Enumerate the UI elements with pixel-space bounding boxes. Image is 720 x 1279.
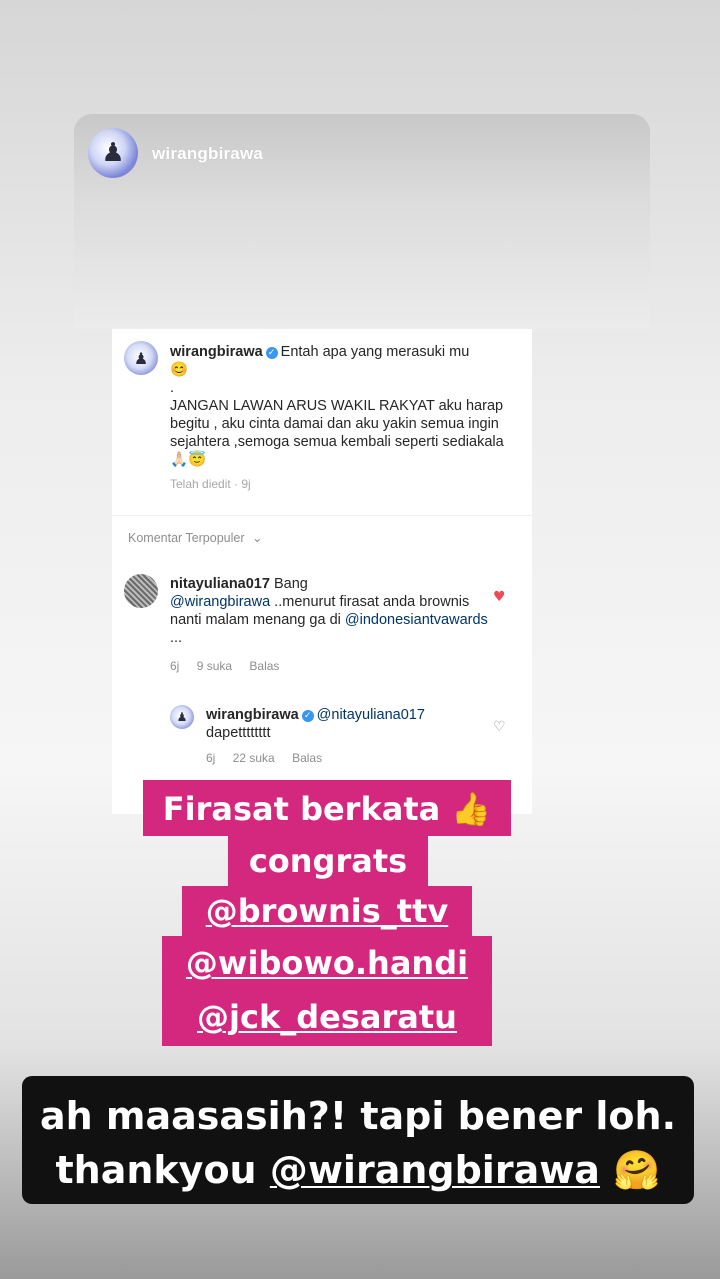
avatar-figure-icon: ♟ bbox=[101, 138, 125, 168]
sticker-line-2: congrats bbox=[248, 842, 408, 880]
sticker-line-4-text[interactable]: @wibowo.handi bbox=[186, 944, 468, 982]
liked-heart-icon[interactable]: ♥ bbox=[493, 589, 506, 605]
verified-badge-icon: ✓ bbox=[301, 710, 314, 722]
hugging-face-icon: 🤗 bbox=[613, 1148, 661, 1192]
reply-button[interactable]: Balas bbox=[292, 751, 322, 765]
avatar-figure-icon: ♟ bbox=[176, 710, 188, 724]
reply-text: wirangbirawa ✓ @nitayuliana017 dapettttttt… bbox=[206, 706, 486, 742]
caption-line-1: ah maasasih?! tapi bener loh. bbox=[39, 1094, 677, 1138]
sticker-mention-brownis[interactable]: @brownis_ttv bbox=[182, 892, 472, 930]
reply-meta: 6j 22 suka Balas bbox=[206, 751, 336, 765]
reply-author-avatar[interactable]: ♟ bbox=[170, 705, 194, 729]
post-author-avatar[interactable]: ♟ bbox=[124, 341, 158, 375]
reply-likes[interactable]: 22 suka bbox=[233, 751, 275, 765]
comment-tail: ... bbox=[170, 630, 183, 646]
comment-time: 6j bbox=[170, 659, 180, 673]
smile-emoji: 😊 bbox=[170, 362, 189, 378]
caption-line-2: thankyou @wirangbirawa 🤗 bbox=[22, 1148, 694, 1193]
comment-likes[interactable]: 9 suka bbox=[197, 659, 232, 673]
commenter-avatar[interactable] bbox=[124, 574, 158, 608]
avatar-figure-icon: ♟ bbox=[133, 348, 149, 368]
caption-mention[interactable]: @wirangbirawa bbox=[270, 1148, 600, 1192]
comment-text: nitayuliana017 Bang @wirangbirawa ..menu… bbox=[170, 575, 490, 647]
edited-timestamp: Telah diedit · 9j bbox=[170, 477, 251, 491]
comment-mention-2[interactable]: @indonesiantvawards bbox=[345, 612, 488, 628]
sticker-line-1: Firasat berkata 👍 bbox=[143, 790, 511, 828]
verified-badge-icon: ✓ bbox=[265, 347, 278, 359]
post-caption: wirangbirawa ✓ Entah apa yang merasuki mu … bbox=[170, 343, 516, 493]
caption-first-line: Entah apa yang merasuki mu bbox=[280, 344, 470, 360]
sticker-line-3-text[interactable]: @brownis_ttv bbox=[206, 892, 448, 930]
comment-lead: Bang bbox=[273, 576, 308, 592]
sticker-mention-wibowo[interactable]: @wibowo.handi bbox=[162, 944, 492, 982]
thumbs-up-icon: 👍 bbox=[451, 790, 492, 828]
reply-mention[interactable]: @nitayuliana017 bbox=[317, 707, 425, 723]
caption-thanks: thankyou bbox=[55, 1148, 270, 1192]
heart-outline-icon[interactable]: ♡ bbox=[493, 719, 506, 735]
comment-mention[interactable]: @wirangbirawa bbox=[170, 594, 270, 610]
reply-body: dapetttttttt bbox=[206, 725, 271, 741]
post-author-name[interactable]: wirangbirawa bbox=[170, 344, 263, 360]
story-avatar[interactable]: ♟ bbox=[88, 128, 138, 178]
caption-dot: . bbox=[170, 380, 175, 396]
reply-username[interactable]: wirangbirawa bbox=[206, 707, 299, 723]
comment-username[interactable]: nitayuliana017 bbox=[170, 576, 270, 592]
post-screenshot: ♟ wirangbirawa ✓ Entah apa yang merasuki m… bbox=[112, 329, 532, 814]
reply-button[interactable]: Balas bbox=[249, 659, 279, 673]
story-username[interactable]: wirangbirawa bbox=[152, 144, 263, 164]
comment-meta: 6j 9 suka Balas bbox=[170, 659, 293, 673]
story-caption-box[interactable]: ah maasasih?! tapi bener loh. thankyou @… bbox=[22, 1076, 694, 1204]
sticker-line-1-text: Firasat berkata bbox=[162, 790, 441, 828]
comment-sort-dropdown[interactable]: Komentar Terpopuler ⌄ bbox=[128, 530, 262, 545]
shared-story-card[interactable]: ♟ wirangbirawa bbox=[74, 114, 650, 329]
chevron-down-icon: ⌄ bbox=[252, 530, 263, 545]
comment-sort-label: Komentar Terpopuler bbox=[128, 531, 245, 545]
sticker-mention-jck[interactable]: @jck_desaratu bbox=[162, 998, 492, 1036]
divider bbox=[112, 515, 532, 516]
caption-body: JANGAN LAWAN ARUS WAKIL RAKYAT aku harap… bbox=[170, 398, 504, 450]
caption-end-emoji: 🙏🏻😇 bbox=[170, 452, 207, 468]
reply-time: 6j bbox=[206, 751, 216, 765]
sticker-line-5-text[interactable]: @jck_desaratu bbox=[197, 998, 457, 1036]
